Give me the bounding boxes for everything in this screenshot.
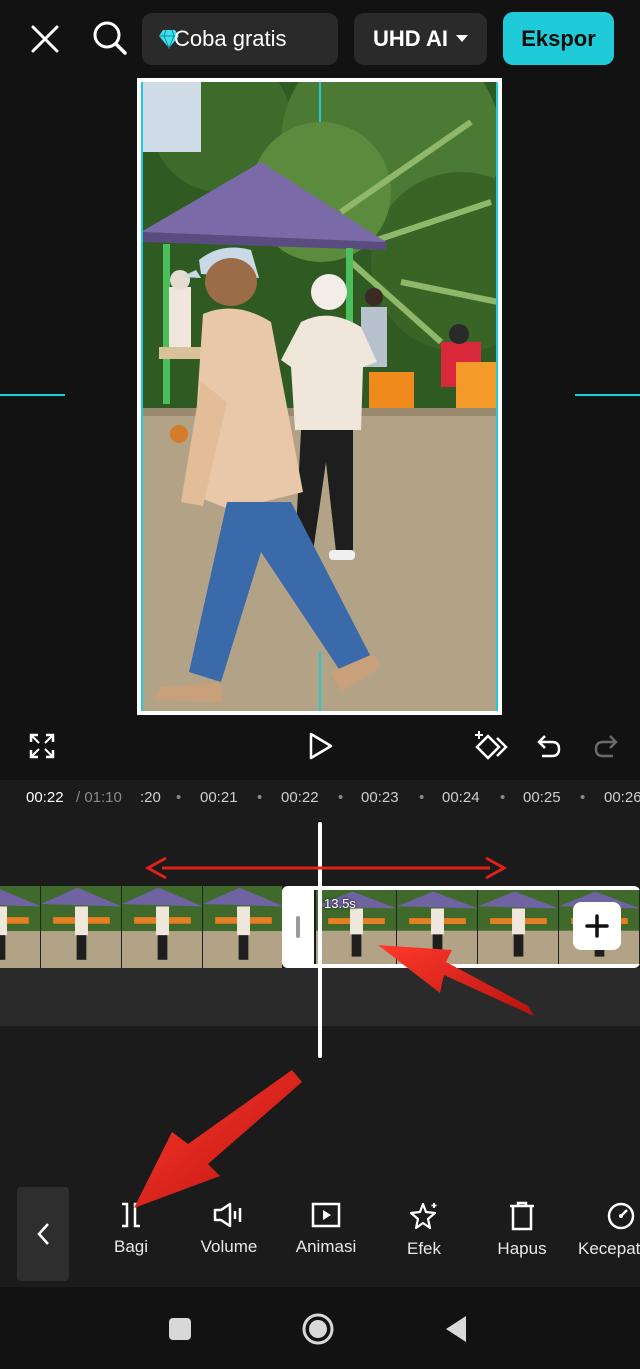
ruler-dot: • — [176, 789, 182, 806]
tool-label: Efek — [406, 1239, 442, 1258]
tool-label: Volume — [200, 1237, 258, 1256]
ruler-dot: • — [257, 789, 263, 806]
tool-split[interactable]: Bagi — [83, 1201, 179, 1257]
redo-icon[interactable] — [587, 726, 627, 766]
video-preview[interactable] — [0, 78, 640, 718]
free-trial-button[interactable]: Coba gratis — [142, 13, 338, 65]
tool-delete[interactable]: Hapus — [474, 1201, 570, 1259]
tool-label: Animasi — [295, 1237, 357, 1256]
fullscreen-icon[interactable] — [22, 726, 62, 766]
ruler-tick: 00:24 — [442, 789, 480, 806]
export-button[interactable]: Ekspor — [503, 12, 614, 65]
play-icon[interactable] — [300, 726, 340, 766]
free-trial-label: Coba gratis — [174, 26, 287, 51]
playback-bar — [0, 718, 640, 780]
clip-thumbnail — [203, 886, 284, 968]
timeline[interactable]: 00:22 / 01:10 :20 • 00:21 • 00:22 • 00:2… — [0, 780, 640, 1177]
time-ruler[interactable]: 00:22 / 01:10 :20 • 00:21 • 00:22 • 00:2… — [0, 780, 640, 814]
volume-icon — [213, 1202, 242, 1228]
clip-duration: 13.5s — [324, 896, 356, 911]
speed-icon — [607, 1202, 635, 1230]
delete-icon — [510, 1201, 534, 1231]
ruler-tick: 00:25 — [523, 789, 561, 806]
top-bar: Coba gratis UHD AI Ekspor — [0, 0, 640, 78]
clip-thumbnail — [397, 890, 478, 964]
ruler-tick: :20 — [140, 789, 161, 806]
ruler-tick: 00:22 — [281, 789, 319, 806]
recents-icon[interactable] — [160, 1309, 200, 1349]
tool-speed[interactable]: Kecepatan — [573, 1201, 640, 1259]
plus-icon — [585, 914, 609, 938]
tool-animation[interactable]: Animasi — [278, 1201, 374, 1257]
guide-line-right — [575, 394, 640, 396]
trim-handle-left[interactable] — [282, 886, 314, 968]
search-icon[interactable] — [88, 16, 132, 60]
back-nav-icon[interactable] — [436, 1309, 476, 1349]
video-frame[interactable] — [137, 78, 502, 715]
system-nav-bar — [0, 1287, 640, 1369]
playhead[interactable] — [318, 822, 322, 1058]
total-time: / 01:10 — [76, 789, 122, 806]
clip-thumbnail — [478, 890, 559, 964]
clip-thumbnail — [0, 886, 41, 968]
effects-icon — [409, 1202, 437, 1230]
split-icon — [122, 1202, 140, 1228]
ruler-dot: • — [500, 789, 506, 806]
tool-label: Hapus — [497, 1239, 547, 1258]
tool-volume[interactable]: Volume — [181, 1201, 277, 1257]
trim-grip — [296, 916, 300, 938]
clip-thumbnail — [122, 886, 203, 968]
tool-label: Bagi — [113, 1237, 149, 1256]
edit-toolbar: Bagi Volume Animasi Efek Hapus Kecepatan — [0, 1177, 640, 1287]
ruler-dot: • — [580, 789, 586, 806]
add-clip-button[interactable] — [573, 902, 621, 950]
ruler-tick: 00:21 — [200, 789, 238, 806]
quality-label: UHD AI — [373, 26, 448, 51]
tool-label: Kecepatan — [578, 1239, 640, 1258]
animation-icon — [311, 1202, 341, 1228]
quality-dropdown[interactable]: UHD AI — [354, 13, 487, 65]
close-icon[interactable] — [24, 18, 66, 60]
caret-down-icon — [455, 35, 468, 42]
keyframe-icon[interactable] — [472, 726, 512, 766]
home-icon[interactable] — [298, 1309, 338, 1349]
ruler-dot: • — [338, 789, 344, 806]
guide-line-left — [0, 394, 65, 396]
ruler-dot: • — [419, 789, 425, 806]
chevron-left-icon — [37, 1223, 49, 1245]
toolbar-back-button[interactable] — [17, 1187, 69, 1281]
undo-icon[interactable] — [528, 726, 568, 766]
clip-thumbnail — [41, 886, 122, 968]
video-clip-left[interactable] — [0, 886, 284, 968]
tool-effects[interactable]: Efek — [376, 1201, 472, 1259]
ruler-tick: 00:26 — [604, 789, 640, 806]
ruler-tick: 00:23 — [361, 789, 399, 806]
current-time: 00:22 — [26, 789, 64, 806]
